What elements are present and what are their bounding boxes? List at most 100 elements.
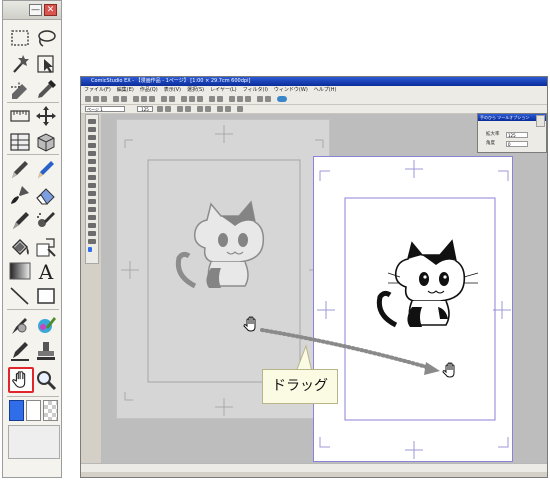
brush-icon[interactable] [8,183,32,207]
close-icon[interactable]: ✕ [44,4,57,16]
menu-help[interactable]: ヘルプ(H) [311,87,340,93]
pattern-brush-icon[interactable] [8,313,32,337]
minimize-icon[interactable]: — [29,4,42,16]
pen-icon[interactable] [8,157,32,181]
mini-tool[interactable] [88,119,96,124]
toolbar-button[interactable] [113,96,119,102]
mini-tool[interactable] [88,167,96,172]
canvas-area[interactable] [101,114,547,470]
mini-tool[interactable] [88,175,96,180]
toolbar-button[interactable] [181,96,187,102]
menu-file[interactable]: ファイル(F) [81,87,114,93]
mini-tool[interactable] [88,199,96,204]
page-select[interactable]: ページ 1 [85,106,125,112]
toolbar-button[interactable] [189,96,195,102]
toolbar-button[interactable] [133,96,139,102]
toolbar-button[interactable] [225,106,231,112]
toolbar-button[interactable] [169,96,175,102]
ruler-icon[interactable] [8,104,32,128]
magic-wand-icon[interactable] [8,52,32,76]
toolbar-button[interactable] [101,96,107,102]
vertical-scrollbar[interactable] [536,115,545,127]
text-icon[interactable]: A [34,259,58,283]
mini-main-color[interactable] [88,247,92,252]
toolbar-button[interactable] [277,96,287,102]
toolbar-button[interactable] [85,96,91,102]
menu-filter[interactable]: フィルタ(I) [240,87,271,93]
stamp-icon[interactable] [34,339,58,363]
mini-tool[interactable] [88,183,96,188]
sub-color-swatch[interactable] [26,400,41,421]
move-icon[interactable] [34,104,58,128]
airbrush-icon[interactable] [34,209,58,233]
mini-tool[interactable] [88,151,96,156]
toolbar-button[interactable] [237,96,243,102]
main-color-swatch[interactable] [9,400,24,421]
toolbar-button[interactable] [265,96,271,102]
toolbar-button[interactable] [149,96,155,102]
shape-fill-icon[interactable] [34,235,58,259]
select-pen-icon[interactable] [8,78,32,102]
toolbar-button[interactable] [141,96,147,102]
toolbar-button[interactable] [165,106,171,112]
menu-layer[interactable]: レイヤー(L) [207,87,240,93]
mini-tool[interactable] [88,223,96,228]
box-3d-icon[interactable] [34,130,58,154]
eyedropper-icon[interactable] [34,78,58,102]
mini-tool[interactable] [88,135,96,140]
hand-icon[interactable] [8,367,34,393]
toolbar-button[interactable] [93,96,99,102]
menu-select[interactable]: 選択(S) [184,87,207,93]
tone-icon[interactable] [34,313,58,337]
fill-icon[interactable] [8,235,32,259]
toolbar-button[interactable] [257,96,263,102]
transparent-color-swatch[interactable] [43,400,58,421]
zoom-icon[interactable] [34,368,58,392]
toolbar-button[interactable] [237,106,243,112]
menu-bar: ファイル(F) 編集(E) 作品(Q) 表示(V) 選択(S) レイヤー(L) フィルタ(I… [81,86,547,94]
lasso-icon[interactable] [34,26,58,50]
correction-pen-icon[interactable] [8,339,32,363]
frame-icon[interactable] [8,130,32,154]
toolbar-button[interactable] [197,96,203,102]
horizontal-scrollbar[interactable] [81,463,547,472]
rectangle-icon[interactable] [34,284,58,308]
toolbar-button[interactable] [229,96,235,102]
object-select-icon[interactable] [34,52,58,76]
mini-tool[interactable] [88,231,96,236]
palette-divider [7,154,59,155]
mini-tool[interactable] [88,191,96,196]
toolbar-button[interactable] [205,106,211,112]
palette-divider [7,309,59,310]
toolbar-button[interactable] [177,106,183,112]
toolbar-button[interactable] [197,106,203,112]
rectangle-select-icon[interactable] [8,26,32,50]
mini-tool[interactable] [88,143,96,148]
toolbar-button[interactable] [157,106,163,112]
mini-tool[interactable] [88,207,96,212]
zoom-value-field[interactable]: 125 [506,132,528,138]
menu-view[interactable]: 表示(V) [161,87,184,93]
pencil-icon[interactable] [34,157,58,181]
toolbar-button[interactable] [121,96,127,102]
menu-edit[interactable]: 編集(E) [114,87,137,93]
toolbar-button[interactable] [245,96,251,102]
zoom-field[interactable]: 125 [137,106,153,112]
eraser-icon[interactable] [34,183,58,207]
toolbar-button[interactable] [209,96,215,102]
mini-tool[interactable] [88,127,96,132]
toolbar-button[interactable] [217,96,223,102]
marker-icon[interactable] [8,209,32,233]
toolbar-button[interactable] [217,106,223,112]
gradient-icon[interactable] [8,259,32,283]
mini-tool[interactable] [88,159,96,164]
palette-titlebar: — ✕ [3,1,61,20]
mini-tool[interactable] [88,215,96,220]
toolbar-button[interactable] [161,96,167,102]
mini-tool[interactable] [88,239,96,244]
line-icon[interactable] [8,284,32,308]
angle-value-field[interactable]: 0 [506,141,528,147]
menu-story[interactable]: 作品(Q) [137,87,161,93]
toolbar-button[interactable] [185,106,191,112]
menu-window[interactable]: ウィンドウ(W) [271,87,311,93]
